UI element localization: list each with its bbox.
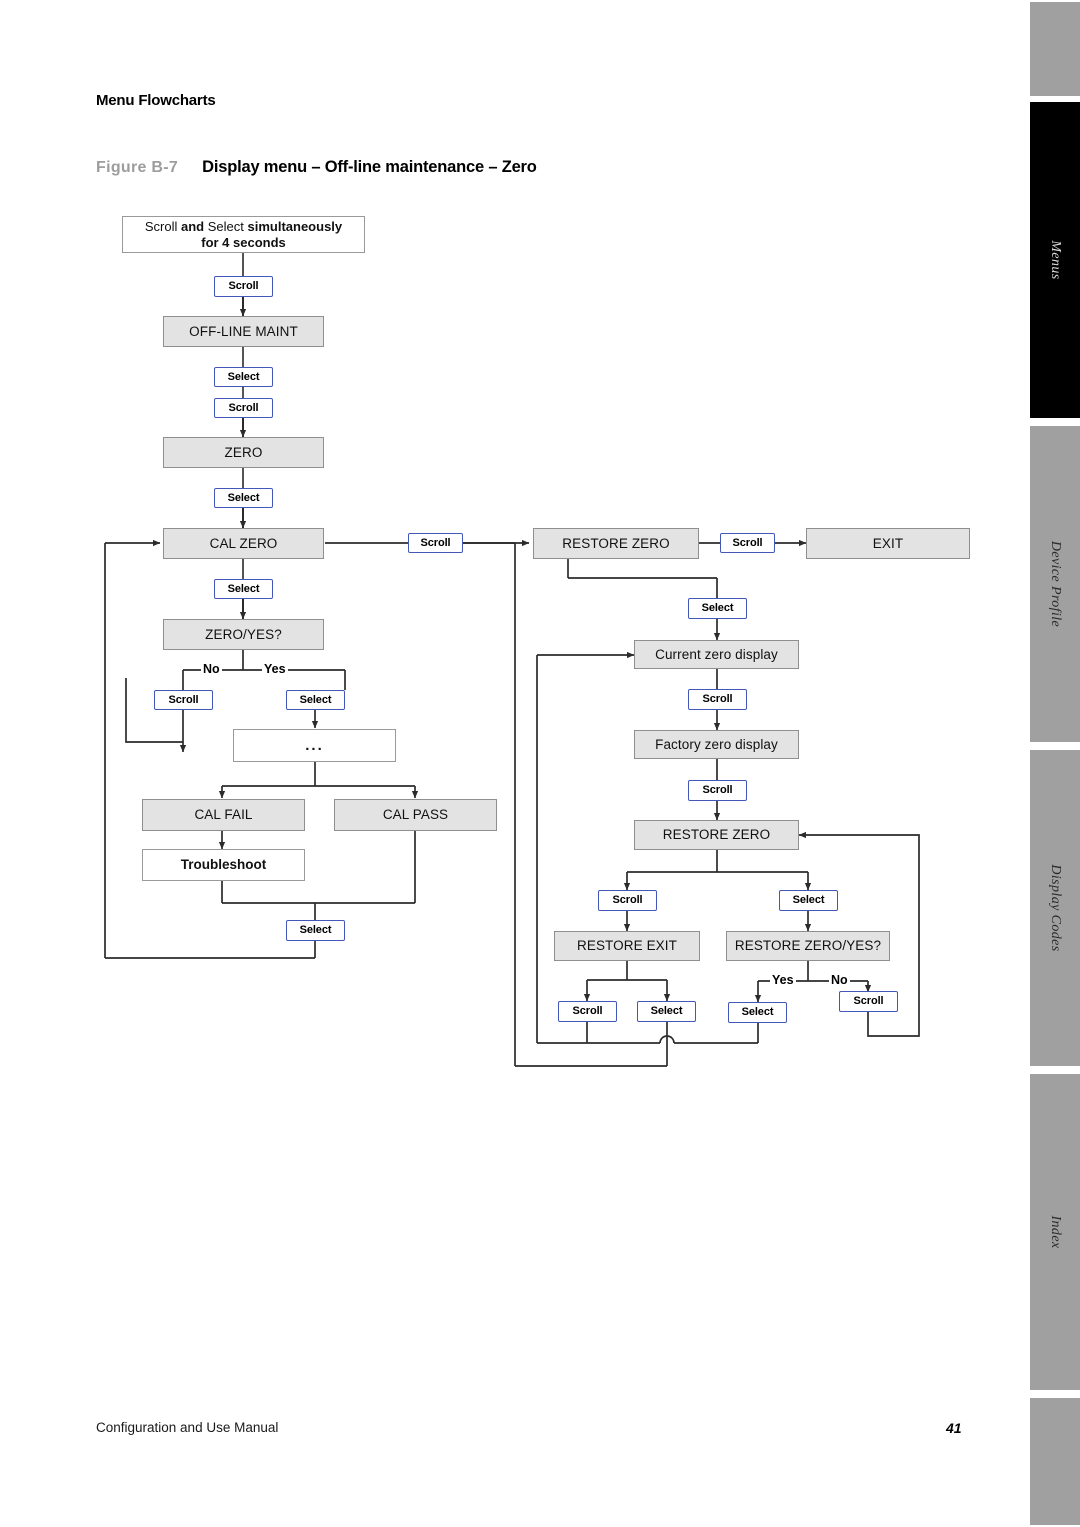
action-select-cal-result[interactable]: Select xyxy=(286,920,345,941)
node-restore-zero-yes[interactable]: RESTORE ZERO/YES? xyxy=(726,931,890,961)
action-scroll-no[interactable]: Scroll xyxy=(154,690,213,710)
node-start-instruction: Scroll and Select simultaneously for 4 s… xyxy=(122,216,365,253)
node-off-line-maint[interactable]: OFF-LINE MAINT xyxy=(163,316,324,347)
footer-manual-title: Configuration and Use Manual xyxy=(96,1420,279,1435)
action-select-yes[interactable]: Select xyxy=(286,690,345,710)
node-restore-exit[interactable]: RESTORE EXIT xyxy=(554,931,700,961)
branch-label-restore-no: No xyxy=(829,973,850,987)
side-tab-device-profile[interactable]: Device Profile xyxy=(1028,424,1080,744)
action-scroll-1[interactable]: Scroll xyxy=(214,276,273,297)
action-scroll-to-restore[interactable]: Scroll xyxy=(408,533,463,553)
side-tab-display-codes-label: Display Codes xyxy=(1048,864,1063,952)
start-and-word: and xyxy=(180,219,205,235)
action-scroll-2[interactable]: Scroll xyxy=(214,398,273,418)
node-exit[interactable]: EXIT xyxy=(806,528,970,559)
node-ellipsis: ... xyxy=(233,729,396,762)
node-zero-yes[interactable]: ZERO/YES? xyxy=(163,619,324,650)
side-tab-strip: Menus Device Profile Display Codes Index xyxy=(1025,0,1080,1527)
side-tab-menus-label: Menus xyxy=(1048,240,1063,280)
action-scroll-restore-zero-no[interactable]: Scroll xyxy=(839,991,898,1012)
action-select-2[interactable]: Select xyxy=(214,488,273,508)
side-tab-index[interactable]: Index xyxy=(1028,1072,1080,1392)
side-tab-index-label: Index xyxy=(1048,1215,1063,1249)
node-factory-zero-display[interactable]: Factory zero display xyxy=(634,730,799,759)
action-select-restore[interactable]: Select xyxy=(688,598,747,619)
action-scroll-restore-exit[interactable]: Scroll xyxy=(598,890,657,911)
side-tab-menus[interactable]: Menus xyxy=(1028,100,1080,420)
side-tab-display-codes[interactable]: Display Codes xyxy=(1028,748,1080,1068)
branch-label-restore-yes: Yes xyxy=(770,973,796,987)
action-scroll-to-exit[interactable]: Scroll xyxy=(720,533,775,553)
node-current-zero-display[interactable]: Current zero display xyxy=(634,640,799,669)
flowchart-diagram: Scroll and Select simultaneously for 4 s… xyxy=(0,0,1020,1100)
action-scroll-restore-exit-left[interactable]: Scroll xyxy=(558,1001,617,1022)
start-simultaneously-word: simultaneously xyxy=(247,219,343,235)
manual-page: Menu Flowcharts Figure B-7 Display menu –… xyxy=(0,0,1080,1527)
action-select-1[interactable]: Select xyxy=(214,367,273,387)
side-tab-top-blank xyxy=(1028,0,1080,98)
action-select-3[interactable]: Select xyxy=(214,579,273,599)
branch-label-yes: Yes xyxy=(262,662,288,676)
node-zero[interactable]: ZERO xyxy=(163,437,324,468)
action-select-restore-exit-right[interactable]: Select xyxy=(637,1001,696,1022)
action-scroll-factory[interactable]: Scroll xyxy=(688,780,747,801)
node-troubleshoot[interactable]: Troubleshoot xyxy=(142,849,305,881)
action-select-restore-yes[interactable]: Select xyxy=(779,890,838,911)
side-tab-bottom-blank xyxy=(1028,1396,1080,1527)
node-restore-zero-top[interactable]: RESTORE ZERO xyxy=(533,528,699,559)
node-cal-pass[interactable]: CAL PASS xyxy=(334,799,497,831)
side-tab-device-profile-label: Device Profile xyxy=(1048,540,1063,628)
start-scroll-word: Scroll xyxy=(144,219,178,235)
action-scroll-current[interactable]: Scroll xyxy=(688,689,747,710)
start-duration: for 4 seconds xyxy=(201,234,286,250)
footer-page-number: 41 xyxy=(946,1420,962,1436)
start-select-word: Select xyxy=(207,219,244,235)
action-select-restore-zero-yes[interactable]: Select xyxy=(728,1002,787,1023)
node-cal-zero[interactable]: CAL ZERO xyxy=(163,528,324,559)
node-restore-zero-mid[interactable]: RESTORE ZERO xyxy=(634,820,799,850)
branch-label-no: No xyxy=(201,662,222,676)
node-cal-fail[interactable]: CAL FAIL xyxy=(142,799,305,831)
